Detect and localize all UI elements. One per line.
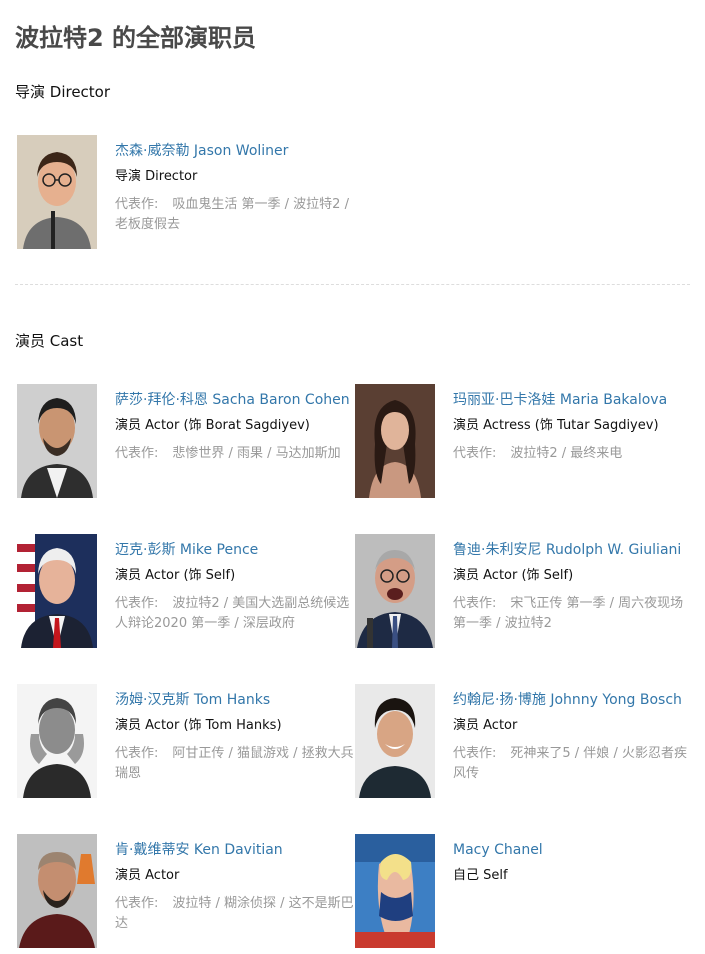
person-card: 肯·戴维蒂安 Ken Davitian 演员 Actor 代表作: 波拉特 / 糊… [17,834,357,950]
person-works: 代表作: 死神来了5 / 伴娘 / 火影忍者疾风传 [453,744,693,784]
person-role: 演员 Actor [115,868,180,883]
person-works: 代表作: 阿甘正传 / 猫鼠游戏 / 拯救大兵瑞恩 [115,744,355,784]
works-label: 代表作: [115,596,159,611]
works-label: 代表作: [453,596,497,611]
person-role: 自己 Self [453,868,508,883]
person-role: 导演 Director [115,169,198,184]
person-works: 代表作: 宋飞正传 第一季 / 周六夜现场 第一季 / 波拉特2 [453,594,693,634]
works-label: 代表作: [453,446,497,461]
person-card: 杰森·威奈勒 Jason Woliner 导演 Director 代表作: 吸血鬼… [17,135,357,251]
person-photo[interactable] [355,534,435,648]
person-photo[interactable] [355,834,435,948]
person-role: 演员 Actor [453,718,518,733]
person-role: 演员 Actress (饰 Tutar Sagdiyev) [453,418,659,433]
works-label: 代表作: [115,446,159,461]
works-list: 波拉特2 / 最终来电 [510,446,623,461]
section-divider [15,284,690,285]
works-label: 代表作: [115,197,159,212]
person-photo[interactable] [355,384,435,498]
person-photo[interactable] [17,384,97,498]
person-name-link[interactable]: Macy Chanel [453,838,693,862]
person-photo[interactable] [17,534,97,648]
person-name-link[interactable]: 玛丽亚·巴卡洛娃 Maria Bakalova [453,388,693,412]
works-list: 悲惨世界 / 雨果 / 马达加斯加 [172,446,341,461]
section-title-director: 导演 Director [15,83,111,101]
page-title: 波拉特2 的全部演职员 [15,24,257,52]
person-works: 代表作: 吸血鬼生活 第一季 / 波拉特2 / 老板度假去 [115,195,355,235]
person-role: 演员 Actor (饰 Tom Hanks) [115,718,282,733]
person-card: 汤姆·汉克斯 Tom Hanks 演员 Actor (饰 Tom Hanks) … [17,684,357,800]
person-name-link[interactable]: 杰森·威奈勒 Jason Woliner [115,139,355,163]
person-card: 约翰尼·扬·博施 Johnny Yong Bosch 演员 Actor 代表作:… [355,684,695,800]
person-name-link[interactable]: 迈克·彭斯 Mike Pence [115,538,355,562]
person-works: 代表作: 波拉特2 / 最终来电 [453,444,693,464]
person-role: 演员 Actor (饰 Self) [453,568,574,583]
works-label: 代表作: [115,746,159,761]
person-photo[interactable] [17,135,97,249]
person-card: Macy Chanel 自己 Self [355,834,695,950]
person-works: 代表作: 波拉特 / 糊涂侦探 / 这不是斯巴达 [115,894,355,934]
works-label: 代表作: [115,896,159,911]
person-photo[interactable] [17,684,97,798]
person-works: 代表作: 悲惨世界 / 雨果 / 马达加斯加 [115,444,355,464]
person-name-link[interactable]: 汤姆·汉克斯 Tom Hanks [115,688,355,712]
person-name-link[interactable]: 鲁迪·朱利安尼 Rudolph W. Giuliani [453,538,693,562]
person-role: 演员 Actor (饰 Borat Sagdiyev) [115,418,310,433]
person-role: 演员 Actor (饰 Self) [115,568,236,583]
person-photo[interactable] [17,834,97,948]
person-works: 代表作: 波拉特2 / 美国大选副总统候选人辩论2020 第一季 / 深层政府 [115,594,355,634]
person-card: 萨莎·拜伦·科恩 Sacha Baron Cohen 演员 Actor (饰 B… [17,384,357,500]
person-card: 迈克·彭斯 Mike Pence 演员 Actor (饰 Self) 代表作: 波… [17,534,357,650]
works-label: 代表作: [453,746,497,761]
section-title-cast: 演员 Cast [15,332,84,350]
person-card: 玛丽亚·巴卡洛娃 Maria Bakalova 演员 Actress (饰 Tu… [355,384,695,500]
person-name-link[interactable]: 约翰尼·扬·博施 Johnny Yong Bosch [453,688,693,712]
person-photo[interactable] [355,684,435,798]
person-card: 鲁迪·朱利安尼 Rudolph W. Giuliani 演员 Actor (饰 … [355,534,695,650]
person-name-link[interactable]: 萨莎·拜伦·科恩 Sacha Baron Cohen [115,388,355,412]
person-name-link[interactable]: 肯·戴维蒂安 Ken Davitian [115,838,355,862]
